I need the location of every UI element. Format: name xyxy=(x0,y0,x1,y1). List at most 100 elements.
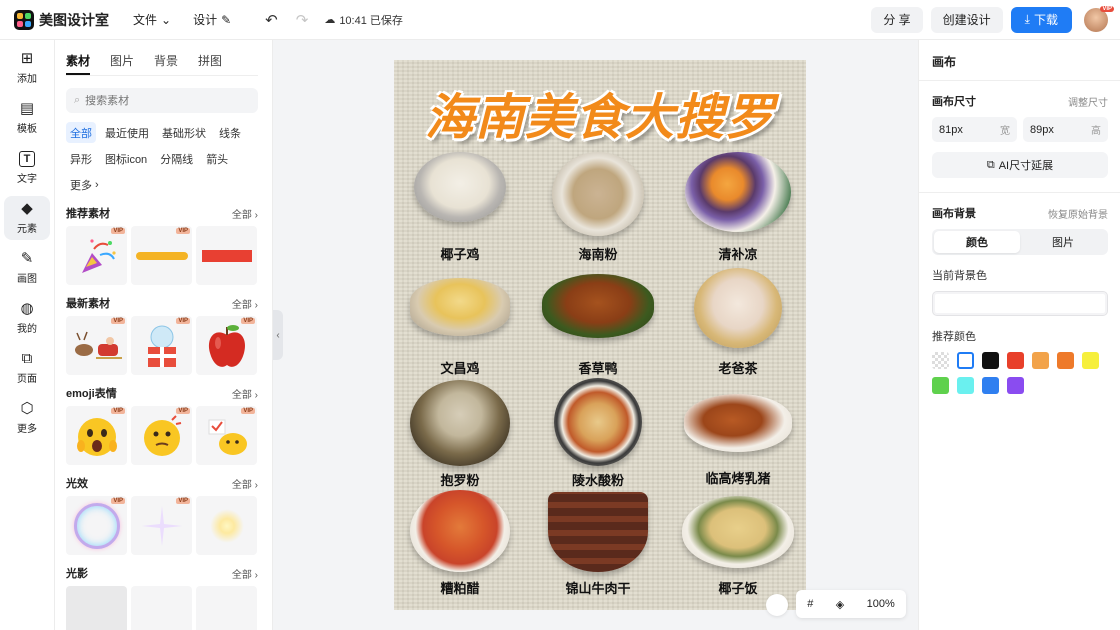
undo-icon[interactable]: ↶ xyxy=(265,11,278,29)
material-bubble[interactable]: VIP xyxy=(66,496,127,555)
material-reindeer-sleigh[interactable]: VIP xyxy=(66,316,127,375)
color-swatch[interactable] xyxy=(1007,377,1024,394)
laoba-tea-image xyxy=(694,268,782,348)
material-shadow-3[interactable] xyxy=(196,586,257,630)
color-swatch[interactable] xyxy=(982,377,999,394)
bg-type-image[interactable]: 图片 xyxy=(1020,231,1106,253)
color-swatch[interactable] xyxy=(932,377,949,394)
dish-coconut-rice[interactable]: 椰子饭 xyxy=(670,496,806,597)
height-field[interactable]: 高 xyxy=(1023,117,1108,142)
dish-zaopo-vinegar[interactable]: 糟粕醋 xyxy=(392,490,528,597)
dish-vanilla-duck[interactable]: 香草鸭 xyxy=(530,274,666,377)
dish-qingbuliang[interactable]: 清补凉 xyxy=(670,152,806,263)
chip-all[interactable]: 全部 xyxy=(66,122,96,143)
dish-laoba-tea[interactable]: 老爸茶 xyxy=(670,268,806,377)
chip-arrows[interactable]: 箭头 xyxy=(202,148,232,169)
design-menu[interactable]: 设计 ✎ xyxy=(193,11,231,28)
rail-item-page[interactable]: ⧉ 页面 xyxy=(4,346,50,390)
chip-icons[interactable]: 图标icon xyxy=(101,148,151,169)
height-input[interactable] xyxy=(1030,123,1080,136)
material-panel: 素材 图片 背景 拼图 ⌕ 全部 最近使用 基础形状 线条 异形 图标icon … xyxy=(55,40,273,630)
see-all-link[interactable]: 全部 › xyxy=(232,476,258,491)
dish-wenchang-chicken[interactable]: 文昌鸡 xyxy=(392,278,528,377)
see-all-link[interactable]: 全部 › xyxy=(232,296,258,311)
zaopo-vinegar-image xyxy=(410,490,510,572)
see-all-link[interactable]: 全部 › xyxy=(232,206,258,221)
color-swatch[interactable] xyxy=(1082,352,1099,369)
template-icon: ▤ xyxy=(19,100,35,117)
zoom-level[interactable]: 100% xyxy=(867,598,895,610)
share-button[interactable]: 分 享 xyxy=(871,6,923,33)
restore-bg-link[interactable]: 恢复原始背景 xyxy=(1048,206,1108,221)
collapse-panel-handle[interactable]: ‹ xyxy=(273,310,283,360)
rail-item-text[interactable]: T 文字 xyxy=(4,146,50,190)
see-all-link[interactable]: 全部 › xyxy=(232,566,258,581)
dish-hainan-noodles[interactable]: 海南粉 xyxy=(530,152,666,263)
layers-icon[interactable]: ◈ xyxy=(836,598,844,611)
material-red-bar[interactable] xyxy=(196,226,257,285)
material-sparkle[interactable]: VIP xyxy=(131,496,192,555)
see-all-link[interactable]: 全部 › xyxy=(232,386,258,401)
adjust-size-link[interactable]: 调整尺寸 xyxy=(1068,94,1108,109)
material-shadow-1[interactable] xyxy=(66,586,127,630)
app-logo[interactable]: 美图设计室 xyxy=(14,9,109,30)
material-shadow-2[interactable] xyxy=(131,586,192,630)
reindeer-sleigh-icon xyxy=(74,331,122,359)
chip-recent[interactable]: 最近使用 xyxy=(101,122,153,143)
color-swatch[interactable] xyxy=(957,377,974,394)
avatar[interactable]: VIP xyxy=(1084,5,1114,32)
material-party-popper[interactable]: VIP xyxy=(66,226,127,285)
download-button[interactable]: ⤓ 下载 xyxy=(1010,6,1072,33)
poster-title[interactable]: 海南美食大搜罗 xyxy=(394,78,806,149)
poster-canvas[interactable]: 海南美食大搜罗 椰子鸡 海南粉 清补凉 文昌鸡 香草鸭 老爸茶 抱罗粉 陵水酸粉… xyxy=(394,60,806,610)
search-box[interactable]: ⌕ xyxy=(66,88,258,113)
color-swatch[interactable] xyxy=(957,352,974,369)
color-swatch[interactable] xyxy=(1007,352,1024,369)
dish-name: 文昌鸡 xyxy=(440,362,480,377)
glow-shape xyxy=(209,508,244,543)
tab-images[interactable]: 图片 xyxy=(110,52,134,75)
bg-type-color[interactable]: 颜色 xyxy=(934,231,1020,253)
material-glow[interactable] xyxy=(196,496,257,555)
width-input[interactable] xyxy=(939,123,989,136)
help-button[interactable] xyxy=(766,594,788,616)
dish-lingao-suckling-pig[interactable]: 临高烤乳猪 xyxy=(670,394,806,487)
material-emoji-cute[interactable]: VIP xyxy=(196,406,257,465)
current-bg-color-field[interactable] xyxy=(932,291,1108,316)
dish-jinshan-beef-jerky[interactable]: 锦山牛肉干 xyxy=(530,492,666,597)
chip-more[interactable]: 更多 › xyxy=(66,174,103,195)
rail-item-draw[interactable]: ✎ 画图 xyxy=(4,246,50,290)
width-field[interactable]: 宽 xyxy=(932,117,1017,142)
section-title: emoji表情 xyxy=(66,388,117,400)
material-emoji-shocked[interactable]: VIP xyxy=(66,406,127,465)
dish-coconut-chicken[interactable]: 椰子鸡 xyxy=(392,152,528,263)
color-swatch[interactable] xyxy=(982,352,999,369)
ai-size-extend-button[interactable]: ⧉ AI尺寸延展 xyxy=(932,152,1108,178)
tab-collage[interactable]: 拼图 xyxy=(198,52,222,75)
chip-irregular[interactable]: 异形 xyxy=(66,148,96,169)
material-red-apple[interactable]: VIP xyxy=(196,316,257,375)
material-gift-globe[interactable]: VIP xyxy=(131,316,192,375)
grid-icon[interactable]: # xyxy=(807,598,813,610)
rail-item-more[interactable]: ⬡ 更多 xyxy=(4,396,50,440)
material-orange-stroke[interactable]: VIP xyxy=(131,226,192,285)
chip-basic-shapes[interactable]: 基础形状 xyxy=(158,122,210,143)
tab-backgrounds[interactable]: 背景 xyxy=(154,52,178,75)
material-emoji-thinking[interactable]: VIP xyxy=(131,406,192,465)
dish-lingshui-sour-noodles[interactable]: 陵水酸粉 xyxy=(530,378,666,489)
rail-item-add[interactable]: ⊞ 添加 xyxy=(4,46,50,90)
chip-lines[interactable]: 线条 xyxy=(215,122,245,143)
tab-materials[interactable]: 素材 xyxy=(66,52,91,75)
swatch-transparent[interactable] xyxy=(932,352,949,369)
dish-baoluo-noodles[interactable]: 抱罗粉 xyxy=(392,380,528,489)
rail-item-template[interactable]: ▤ 模板 xyxy=(4,96,50,140)
rail-item-mine[interactable]: ◍ 我的 xyxy=(4,296,50,340)
chip-dividers[interactable]: 分隔线 xyxy=(156,148,197,169)
file-menu[interactable]: 文件 ⌄ xyxy=(133,11,171,28)
redo-icon[interactable]: ↷ xyxy=(296,11,309,29)
color-swatch[interactable] xyxy=(1032,352,1049,369)
rail-item-elements[interactable]: ◆ 元素 xyxy=(4,196,50,240)
color-swatch[interactable] xyxy=(1057,352,1074,369)
create-design-button[interactable]: 创建设计 xyxy=(930,6,1003,33)
search-input[interactable] xyxy=(85,94,236,107)
